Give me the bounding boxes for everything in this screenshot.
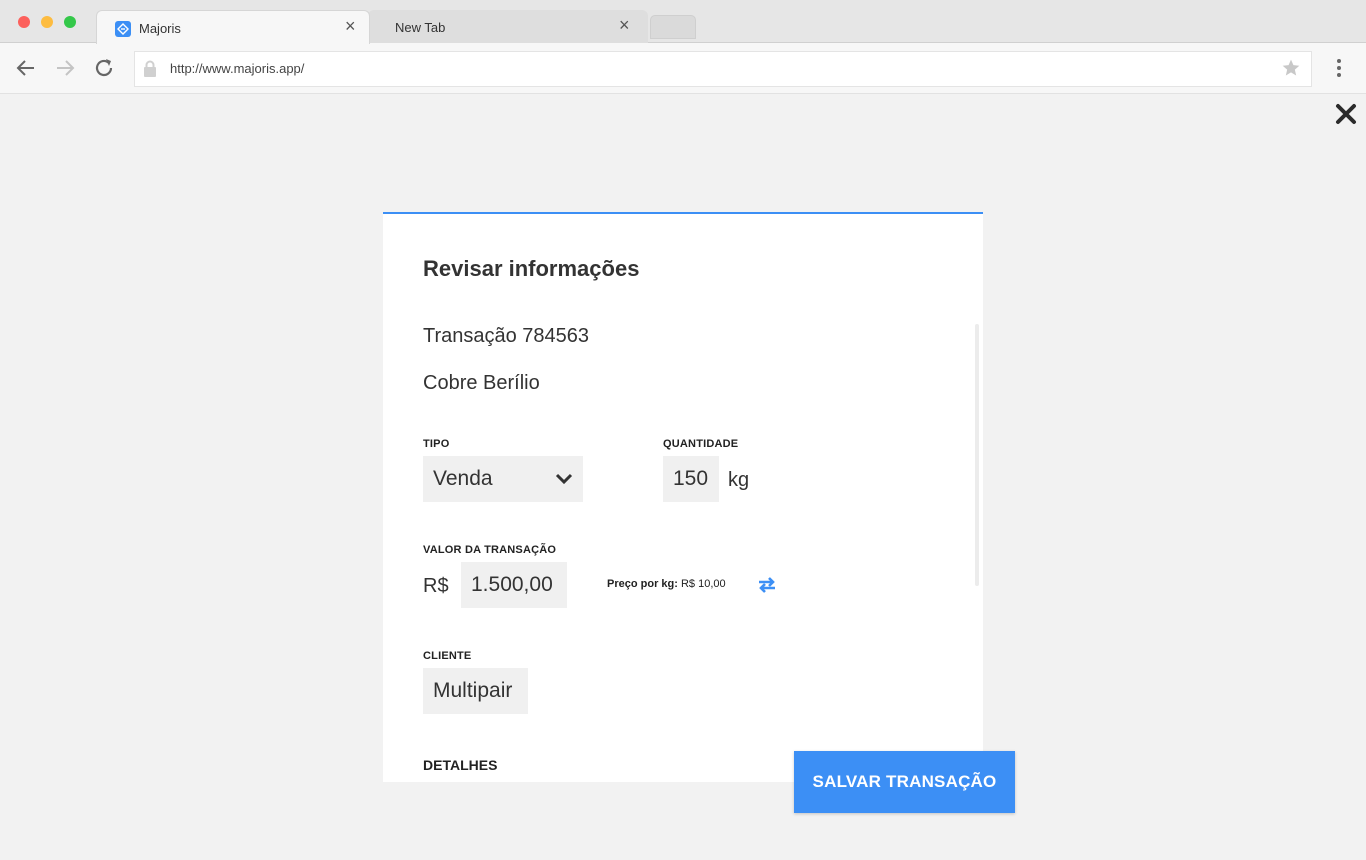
modal-scrollbar[interactable] (975, 324, 979, 586)
tab-new-tab[interactable]: New Tab × (368, 10, 648, 43)
modal-title: Revisar informações (423, 256, 640, 281)
cliente-label: CLIENTE (423, 650, 472, 662)
swap-arrows-icon[interactable] (756, 575, 778, 595)
price-per-kg-value: R$ 10,00 (680, 578, 726, 590)
url-text: http://www.majoris.app/ (170, 61, 305, 76)
valor-value: 1.500,00 (471, 573, 553, 596)
forward-arrow-icon[interactable] (53, 56, 77, 80)
minimize-window-button[interactable] (41, 16, 53, 28)
lock-icon (143, 60, 157, 83)
close-window-button[interactable] (18, 16, 30, 28)
maximize-window-button[interactable] (64, 16, 76, 28)
tipo-value: Venda (433, 467, 493, 490)
address-bar[interactable]: http://www.majoris.app/ (134, 51, 1312, 87)
tab-title: Majoris (139, 21, 181, 36)
quantidade-input[interactable]: 150 (663, 456, 719, 502)
cliente-value: Multipair (433, 679, 513, 702)
quantidade-value: 150 (673, 467, 709, 490)
close-modal-icon[interactable] (1334, 102, 1358, 126)
bookmark-star-icon[interactable] (1281, 58, 1301, 83)
reload-icon[interactable] (92, 56, 116, 80)
tab-close-icon[interactable]: × (345, 17, 356, 35)
tab-close-icon[interactable]: × (619, 16, 630, 34)
quantidade-label: QUANTIDADE (663, 438, 739, 450)
majoris-favicon-icon (115, 21, 131, 37)
quantidade-unit: kg (728, 469, 750, 491)
chevron-down-icon (555, 467, 573, 491)
tipo-label: TIPO (423, 438, 450, 450)
new-tab-button[interactable] (650, 15, 696, 39)
browser-menu-icon[interactable] (1331, 56, 1347, 80)
tab-title: New Tab (395, 20, 446, 35)
currency-symbol: R$ (423, 575, 449, 597)
tab-majoris[interactable]: Majoris × (96, 10, 370, 44)
review-modal: Revisar informações Transação 784563 Cob… (383, 212, 983, 782)
save-transaction-button[interactable]: SALVAR TRANSAÇÃO (794, 751, 1015, 813)
product-name-text: Cobre Berílio (423, 372, 540, 394)
detalhes-heading: DETALHES (423, 757, 498, 773)
browser-toolbar: http://www.majoris.app/ (0, 43, 1366, 94)
price-per-kg: Preço por kg: R$ 10,00 (607, 578, 726, 590)
valor-label: VALOR DA TRANSAÇÃO (423, 544, 557, 556)
transaction-id-text: Transação 784563 (423, 325, 590, 347)
valor-input[interactable]: 1.500,00 (461, 562, 567, 608)
back-arrow-icon[interactable] (14, 56, 38, 80)
tipo-select[interactable]: Venda (423, 456, 583, 502)
cliente-input[interactable]: Multipair (423, 668, 528, 714)
browser-tab-bar: Majoris × New Tab × (0, 0, 1366, 44)
price-per-kg-label: Preço por kg: (607, 578, 678, 590)
